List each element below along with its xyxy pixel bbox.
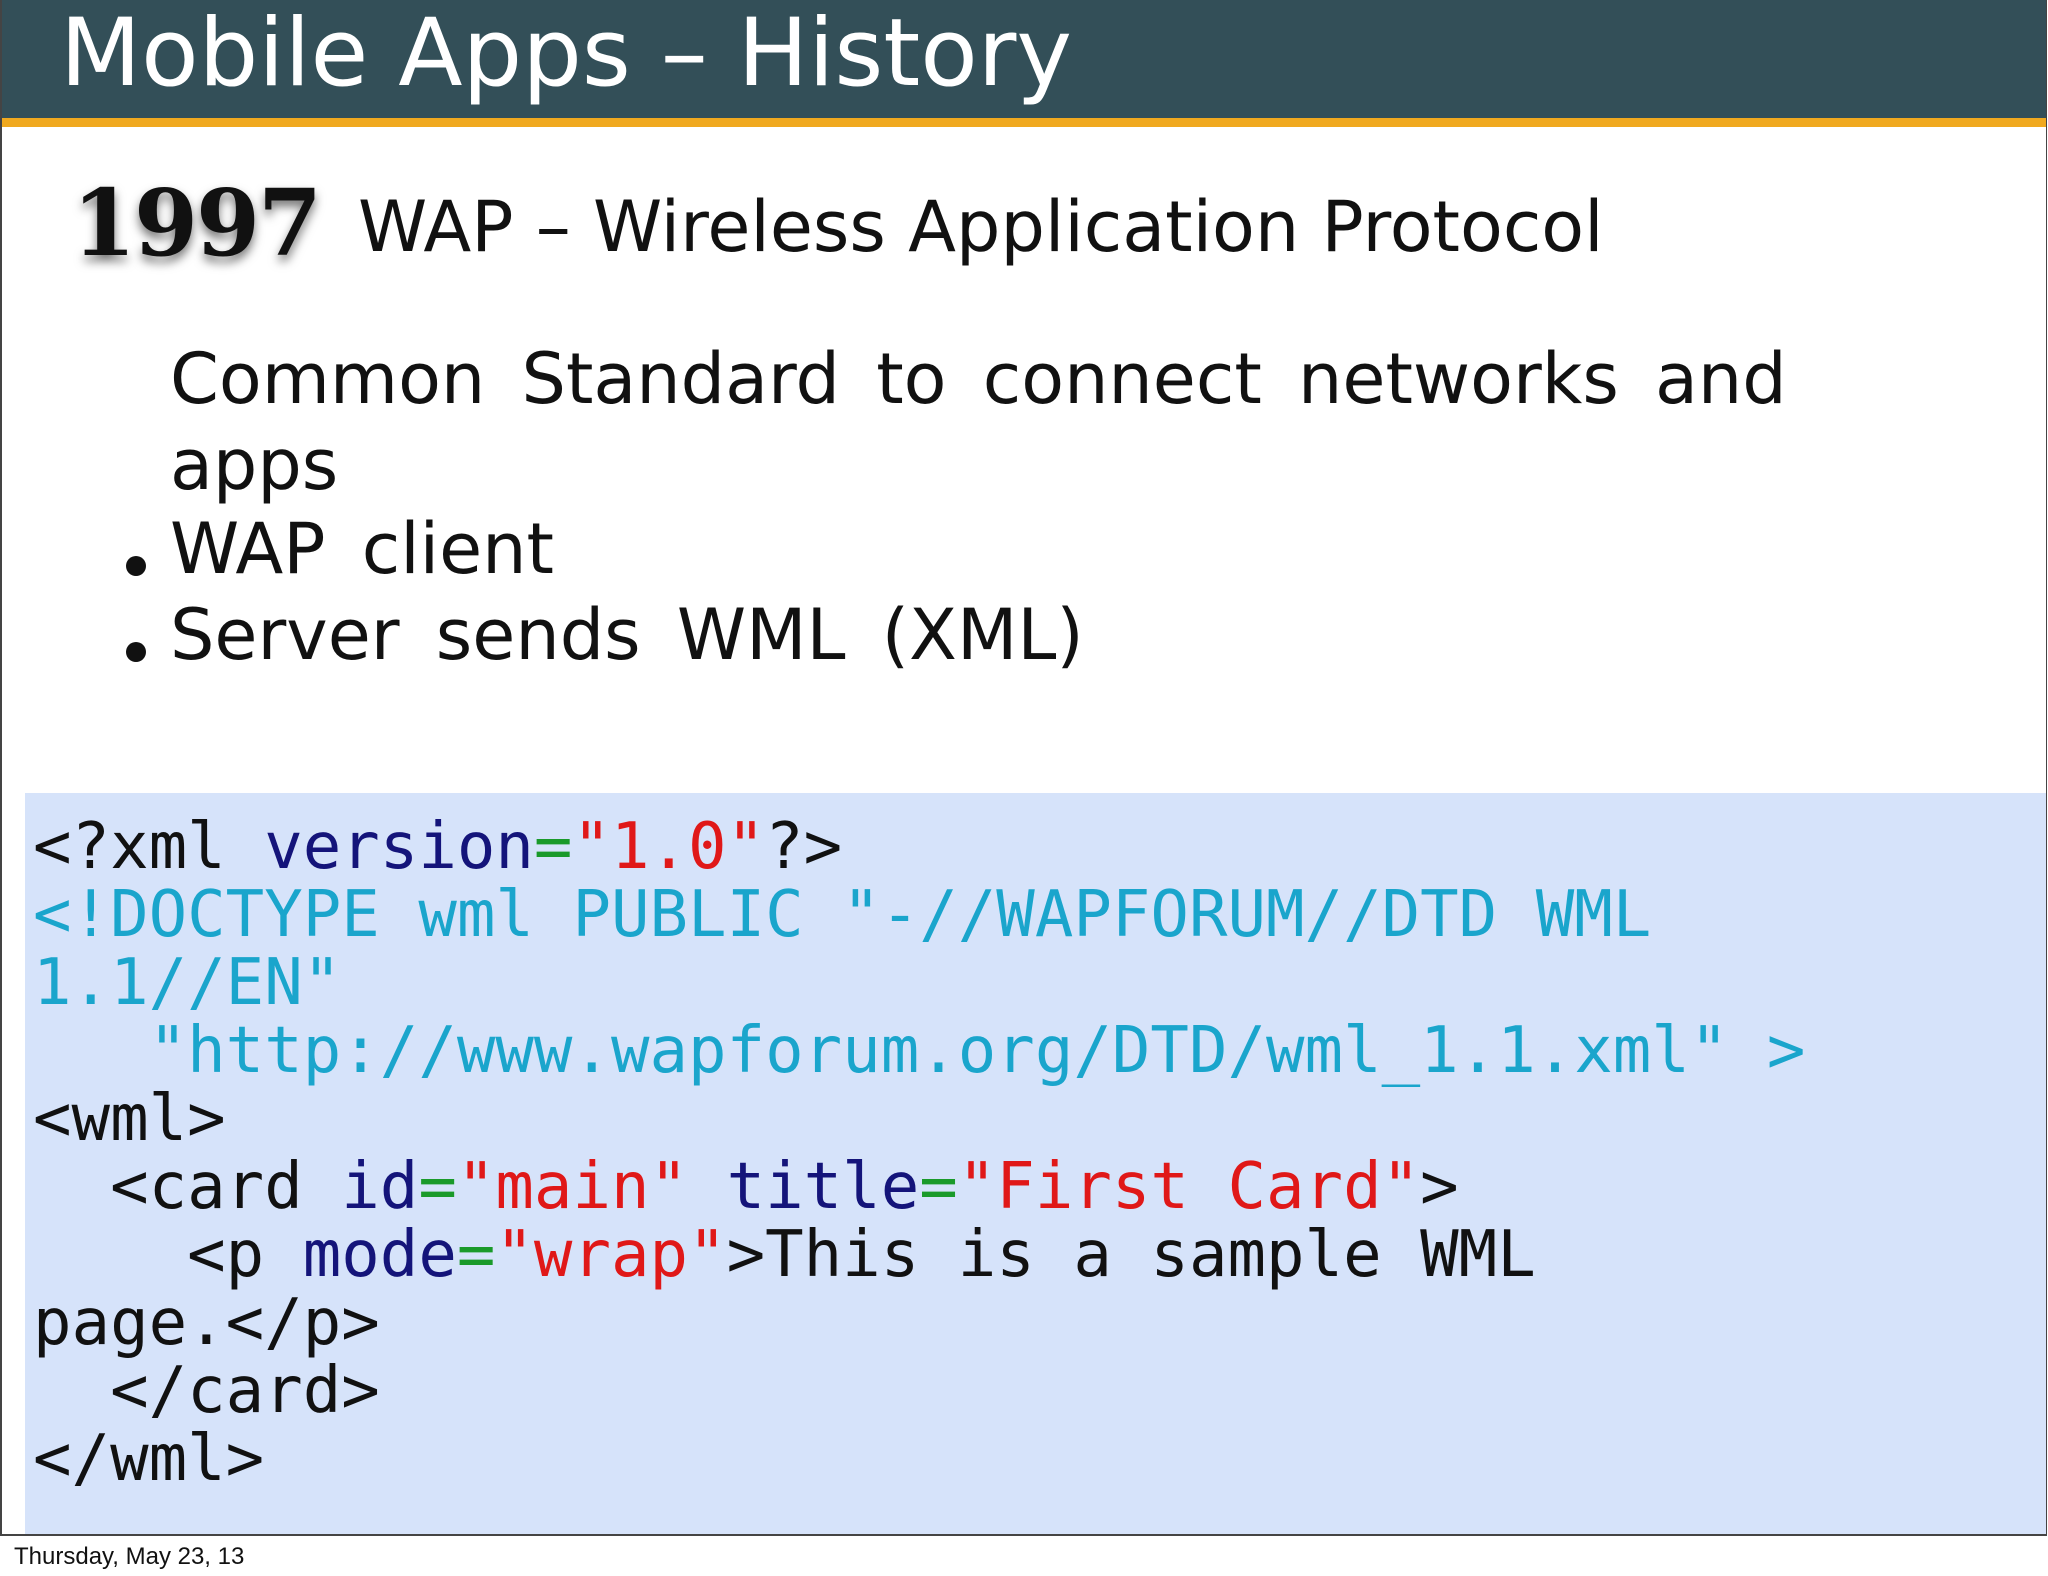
code-line-wml-close: </wml> [33,1422,265,1496]
bullet-dot-icon [126,642,146,662]
code-token: >This is a sample WML [726,1218,1536,1292]
code-token: <p [33,1218,303,1292]
code-token: = [456,1218,496,1292]
code-token: version [264,810,534,884]
code-token: > [1420,1150,1459,1224]
code-token: "main" [456,1150,689,1224]
code-token: title [726,1150,920,1224]
description-line-2: apps [170,424,339,506]
section-heading: WAP – Wireless Application Protocol [358,186,1604,268]
code-token: mode [302,1218,457,1292]
bullet-dot-icon [126,556,146,576]
code-line-paragraph-end: page.</p> [33,1286,380,1360]
slide: Mobile Apps – History 1997 WAP – Wireles… [0,0,2047,1536]
code-token: = [919,1150,958,1224]
code-token: ?> [765,810,843,884]
code-line-wml-open: <wml> [33,1082,226,1156]
code-token: = [418,1150,457,1224]
code-token: = [533,810,573,884]
footer-date: Thursday, May 23, 13 [14,1543,245,1570]
code-line-paragraph: <p mode="wrap">This is a sample WML [33,1221,1536,1289]
year-label: 1997 [72,169,322,277]
code-line-doctype-url: "http://www.wapforum.org/DTD/wml_1.1.xml… [33,1014,1806,1088]
code-token: <?xml [33,810,265,884]
slide-title: Mobile Apps – History [60,0,1073,108]
code-line-xml-declaration: <?xml version="1.0"?> [33,813,842,881]
bullet-item-wap-client: WAP client [170,508,554,590]
code-block: <?xml version="1.0"?> <!DOCTYPE wml PUBL… [25,793,2046,1534]
code-token: <card [33,1150,342,1224]
bullet-item-server-sends-wml: Server sends WML (XML) [170,594,1084,676]
code-token: "1.0" [572,810,766,884]
code-token: "First Card" [957,1150,1421,1224]
code-token: "wrap" [495,1218,727,1292]
code-line-doctype: <!DOCTYPE wml PUBLIC "-//WAPFORUM//DTD W… [33,878,1652,952]
code-line-card-open: <card id="main" title="First Card"> [33,1153,1459,1221]
description-line-1: Common Standard to connect networks and [170,338,1787,420]
title-bar: Mobile Apps – History [2,0,2046,127]
code-line-doctype-version: 1.1//EN" [33,946,342,1020]
code-token: id [341,1150,419,1224]
code-line-card-close: </card> [33,1354,380,1428]
